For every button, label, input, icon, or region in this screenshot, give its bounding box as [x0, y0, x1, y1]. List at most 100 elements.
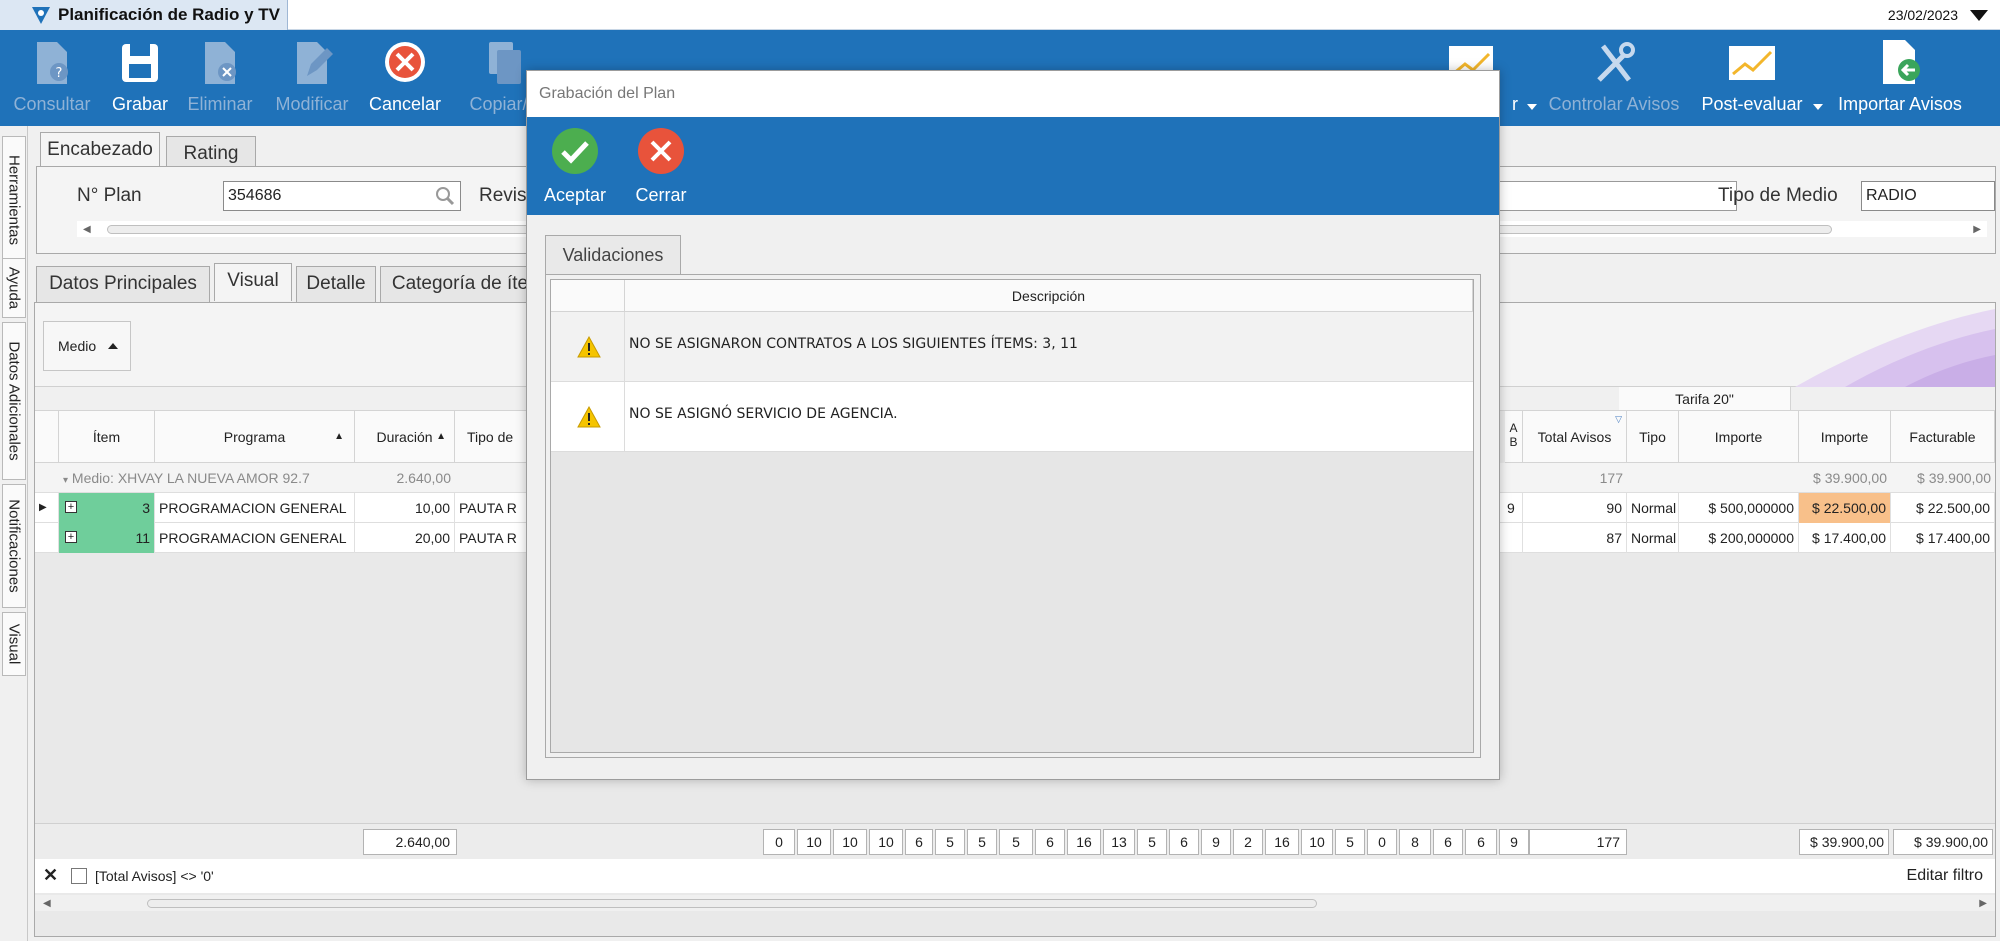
- group-medio-button[interactable]: Medio: [43, 321, 131, 371]
- footer-day-total: 5: [1335, 829, 1365, 855]
- duracion-cell[interactable]: 10,00: [355, 493, 455, 523]
- sidetab-visual[interactable]: Visual: [2, 612, 26, 676]
- total-avisos-cell[interactable]: 90: [1523, 493, 1627, 523]
- eliminar-button[interactable]: Eliminar: [180, 30, 260, 126]
- tab-encabezado[interactable]: Encabezado: [40, 132, 160, 170]
- tab-visual[interactable]: Visual: [214, 263, 292, 301]
- total-avisos-cell[interactable]: 87: [1523, 523, 1627, 553]
- tab-categoria[interactable]: Categoría de íte: [380, 266, 540, 302]
- col-programa[interactable]: Programa ▲: [155, 411, 355, 463]
- sidetab-herramientas[interactable]: Herramientas: [2, 136, 26, 264]
- importe-cell[interactable]: $ 200,000000: [1679, 523, 1799, 553]
- chart-dropdown-arrow-icon[interactable]: [1527, 104, 1537, 110]
- facturable-cell[interactable]: $ 22.500,00: [1891, 493, 1995, 523]
- chart-icon: [1729, 46, 1775, 80]
- col-importe[interactable]: Importe: [1679, 411, 1799, 463]
- footer-day-total: 5: [999, 829, 1033, 855]
- programa-cell[interactable]: PROGRAMACION GENERAL: [155, 523, 355, 553]
- sidetab-ayuda[interactable]: Ayuda: [2, 258, 26, 318]
- sidetab-datos-adicionales[interactable]: Datos Adicionales: [2, 322, 26, 480]
- col-descripcion[interactable]: Descripción: [625, 280, 1473, 312]
- col-tipo-de[interactable]: Tipo de: [455, 411, 535, 463]
- filter-icon[interactable]: ▽: [1615, 393, 1622, 445]
- grabar-button[interactable]: Grabar: [100, 30, 180, 126]
- group-total-avisos: 177: [1599, 470, 1623, 486]
- col-item[interactable]: Ítem: [59, 411, 155, 463]
- item-cell[interactable]: +3: [59, 493, 155, 523]
- footer-day-total: 10: [833, 829, 867, 855]
- scroll-left-icon[interactable]: ◀: [43, 898, 51, 909]
- val-icon-header: [551, 280, 625, 312]
- tipo-cell[interactable]: Normal: [1627, 493, 1679, 523]
- grid-scrollbar[interactable]: ◀ ▶: [35, 895, 1995, 911]
- footer-day-total: 10: [869, 829, 903, 855]
- modificar-button[interactable]: Modificar: [266, 30, 358, 126]
- post-evaluar-button[interactable]: Post-evaluar: [1696, 30, 1808, 126]
- importe2-cell-highlight[interactable]: $ 22.500,00: [1799, 493, 1891, 523]
- scroll-thumb[interactable]: [147, 899, 1317, 908]
- validaciones-panel: Descripción NO SE ASIGNARON CONTRATOS A …: [545, 274, 1481, 758]
- footer-day-total: 0: [763, 829, 795, 855]
- a-b-cell[interactable]: 9: [1505, 493, 1523, 523]
- footer-day-total: 9: [1499, 829, 1529, 855]
- footer-day-total: 8: [1399, 829, 1431, 855]
- tipo-medio-label: Tipo de Medio: [1718, 185, 1838, 206]
- clear-filter-icon[interactable]: ✕: [43, 865, 58, 886]
- controlar-avisos-button[interactable]: Controlar Avisos: [1546, 30, 1682, 126]
- tipo-cell[interactable]: Normal: [1627, 523, 1679, 553]
- sort-ascending-icon: ▲: [436, 431, 446, 442]
- col-facturable[interactable]: Facturable: [1891, 411, 1995, 463]
- col-duracion[interactable]: Duración ▲: [355, 411, 455, 463]
- footer-day-total: 5: [967, 829, 997, 855]
- plan-number-field[interactable]: 354686: [223, 181, 461, 211]
- aceptar-button[interactable]: Aceptar: [535, 117, 615, 215]
- filter-enable-checkbox[interactable]: [71, 868, 87, 884]
- tipo-de-cell[interactable]: PAUTA R: [455, 523, 535, 553]
- group-row-label: ▾ Medio: XHVAY LA NUEVA AMOR 92.7: [63, 470, 310, 486]
- tab-validaciones[interactable]: Validaciones: [545, 235, 681, 275]
- side-tabs: Herramientas Ayuda Datos Adicionales Not…: [0, 126, 28, 941]
- post-evaluar-dropdown-arrow-icon[interactable]: [1813, 104, 1823, 110]
- col-a-b[interactable]: AB: [1505, 411, 1523, 463]
- tab-datos-principales[interactable]: Datos Principales: [36, 266, 210, 302]
- tab-detalle[interactable]: Detalle: [296, 266, 376, 302]
- current-row-indicator-icon: ▶: [35, 493, 59, 523]
- scroll-right-icon[interactable]: ▶: [1979, 898, 1987, 909]
- validation-row[interactable]: NO SE ASIGNÓ SERVICIO DE AGENCIA.: [551, 382, 1473, 452]
- footer-day-total: 6: [1465, 829, 1497, 855]
- tipo-de-cell[interactable]: PAUTA R: [455, 493, 535, 523]
- grabacion-dialog: Grabación del Plan Aceptar Cerrar Valida…: [526, 70, 1500, 780]
- cancelar-button[interactable]: Cancelar: [362, 30, 448, 126]
- validation-row[interactable]: NO SE ASIGNARON CONTRATOS A LOS SIGUIENT…: [551, 312, 1473, 382]
- expand-icon[interactable]: +: [65, 531, 77, 543]
- collapse-icon[interactable]: ▾: [63, 475, 68, 486]
- a-b-cell[interactable]: [1505, 523, 1523, 553]
- expand-icon[interactable]: +: [65, 501, 77, 513]
- app-title: Planificación de Radio y TV: [58, 5, 280, 24]
- importar-avisos-button[interactable]: Importar Avisos: [1832, 30, 1968, 126]
- edit-filter-link[interactable]: Editar filtro: [1907, 867, 1983, 885]
- importe-cell[interactable]: $ 500,000000: [1679, 493, 1799, 523]
- app-tab[interactable]: Planificación de Radio y TV: [0, 0, 288, 30]
- duracion-cell[interactable]: 20,00: [355, 523, 455, 553]
- programa-cell[interactable]: PROGRAMACION GENERAL: [155, 493, 355, 523]
- dropdown-arrow-icon[interactable]: [1970, 10, 1988, 21]
- group-importe: $ 39.900,00: [1813, 470, 1887, 486]
- footer-day-total: 2: [1233, 829, 1263, 855]
- col-importe-2[interactable]: Importe: [1799, 411, 1891, 463]
- search-icon[interactable]: [434, 186, 456, 206]
- consultar-button[interactable]: ? Consultar: [8, 30, 96, 126]
- col-tipo[interactable]: Tipo: [1627, 411, 1679, 463]
- filter-text[interactable]: [Total Avisos] <> '0': [95, 868, 214, 884]
- scroll-right-icon[interactable]: ▶: [1973, 224, 1981, 235]
- item-cell[interactable]: +11: [59, 523, 155, 553]
- cerrar-button[interactable]: Cerrar: [621, 117, 701, 215]
- header-text-field[interactable]: [1497, 181, 1737, 211]
- col-total-avisos[interactable]: Total Avisos ▽: [1523, 411, 1627, 463]
- tipo-medio-field[interactable]: RADIO: [1861, 181, 1995, 211]
- importe2-cell[interactable]: $ 17.400,00: [1799, 523, 1891, 553]
- facturable-cell[interactable]: $ 17.400,00: [1891, 523, 1995, 553]
- sidetab-notificaciones[interactable]: Notificaciones: [2, 484, 26, 608]
- scroll-left-icon[interactable]: ◀: [83, 224, 91, 235]
- footer-importe: $ 39.900,00: [1799, 829, 1889, 855]
